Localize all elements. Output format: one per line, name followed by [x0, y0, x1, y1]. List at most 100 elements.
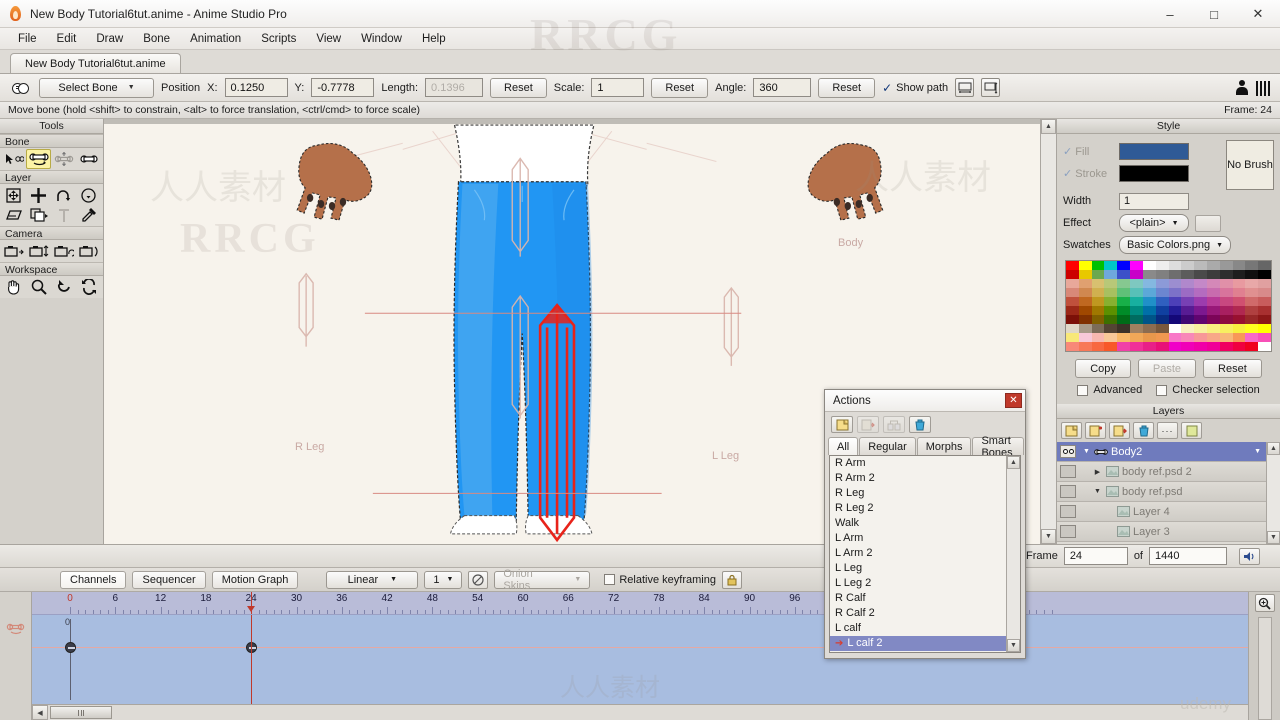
width-input[interactable]: 1 — [1119, 192, 1189, 210]
tab-morphs[interactable]: Morphs — [916, 437, 972, 455]
ruler-playhead[interactable] — [247, 592, 256, 614]
scroll-down-arrow[interactable]: ▼ — [1041, 529, 1056, 544]
visibility-toggle[interactable] — [1060, 445, 1076, 458]
color-swatch[interactable] — [1206, 315, 1220, 324]
color-swatch[interactable] — [1117, 333, 1131, 342]
color-swatch[interactable] — [1117, 261, 1131, 270]
color-swatch[interactable] — [1258, 297, 1271, 306]
color-swatch[interactable] — [1078, 333, 1092, 342]
color-swatch[interactable] — [1117, 297, 1131, 306]
color-swatch[interactable] — [1130, 288, 1143, 297]
color-swatch[interactable] — [1194, 288, 1207, 297]
timeline-ruler[interactable]: 06121824303642485460667278849096102 — [32, 592, 1248, 615]
color-swatch[interactable] — [1194, 315, 1207, 324]
color-swatch[interactable] — [1232, 306, 1246, 315]
color-swatch[interactable] — [1066, 288, 1079, 297]
color-swatch[interactable] — [1206, 261, 1220, 270]
color-swatch[interactable] — [1206, 279, 1220, 288]
scroll-track[interactable] — [1267, 455, 1280, 531]
reset-angle-button[interactable]: Reset — [818, 77, 876, 98]
color-swatch[interactable] — [1194, 270, 1207, 279]
layers-scrollbar[interactable]: ▲ ▼ — [1266, 442, 1280, 544]
color-swatch[interactable] — [1168, 297, 1182, 306]
action-list-item[interactable]: R Arm 2 — [830, 471, 1006, 486]
close-icon[interactable]: ✕ — [1005, 393, 1022, 408]
color-swatch[interactable] — [1155, 306, 1169, 315]
color-swatch[interactable] — [1181, 270, 1195, 279]
color-swatch[interactable] — [1245, 279, 1259, 288]
effect-dropdown[interactable]: <plain> ▼ — [1119, 214, 1189, 232]
action-list-item[interactable]: L Arm 2 — [830, 546, 1006, 561]
menu-help[interactable]: Help — [412, 31, 456, 47]
color-swatch[interactable] — [1091, 306, 1105, 315]
total-frames-input[interactable]: 1440 — [1149, 547, 1227, 565]
visibility-toggle[interactable] — [1060, 465, 1076, 478]
delete-layer-icon[interactable] — [1133, 422, 1154, 439]
color-swatch[interactable] — [1104, 315, 1118, 324]
color-swatch[interactable] — [1078, 261, 1092, 270]
color-swatch[interactable] — [1245, 324, 1259, 333]
color-swatch[interactable] — [1258, 342, 1271, 351]
color-swatch[interactable] — [1155, 279, 1169, 288]
scale-input[interactable]: 1 — [591, 78, 645, 97]
merge-action-icon[interactable] — [883, 416, 905, 433]
color-swatch[interactable] — [1142, 333, 1156, 342]
bone-flexi-icon[interactable] — [981, 78, 1001, 97]
color-swatch[interactable] — [1206, 342, 1220, 351]
color-swatch[interactable] — [1155, 342, 1169, 351]
color-swatch[interactable] — [1232, 270, 1246, 279]
color-swatch[interactable] — [1130, 279, 1143, 288]
orbit-workspace-tool[interactable] — [76, 277, 101, 297]
set-origin-tool[interactable] — [26, 205, 51, 225]
color-swatch[interactable] — [1078, 306, 1092, 315]
color-swatch[interactable] — [1181, 288, 1195, 297]
layer-options-icon[interactable]: ··· — [1157, 422, 1178, 439]
action-list-item[interactable]: L Leg 2 — [830, 576, 1006, 591]
fill-color-swatch[interactable] — [1119, 142, 1189, 160]
color-swatch[interactable] — [1104, 324, 1118, 333]
color-swatch[interactable] — [1232, 342, 1246, 351]
color-swatch[interactable] — [1219, 288, 1233, 297]
color-swatch[interactable] — [1091, 297, 1105, 306]
scroll-thumb[interactable] — [50, 706, 112, 719]
color-swatch[interactable] — [1219, 261, 1233, 270]
color-swatch[interactable] — [1104, 306, 1118, 315]
color-swatch[interactable] — [1219, 297, 1233, 306]
scroll-up-arrow[interactable]: ▲ — [1007, 456, 1020, 469]
action-list-item[interactable]: L calf — [830, 621, 1006, 636]
close-button[interactable]: ✕ — [1236, 0, 1280, 28]
roll-camera-tool[interactable] — [51, 241, 76, 261]
action-list-item[interactable]: L Leg — [830, 561, 1006, 576]
color-swatch[interactable] — [1104, 270, 1118, 279]
new-layer-icon[interactable] — [1061, 422, 1082, 439]
select-bone-tool[interactable] — [1, 149, 26, 169]
color-swatch[interactable] — [1142, 306, 1156, 315]
color-swatch[interactable] — [1258, 288, 1271, 297]
rotate-layer-xy-tool[interactable] — [76, 185, 101, 205]
shear-layer-tool[interactable] — [1, 205, 26, 225]
color-swatch[interactable] — [1181, 315, 1195, 324]
color-swatch[interactable] — [1219, 324, 1233, 333]
color-swatch[interactable] — [1245, 288, 1259, 297]
stroke-checkbox[interactable]: ✓ Stroke — [1063, 167, 1113, 180]
layers-list[interactable]: ▼ Body2 ▼ ▶ body ref.psd 2 ▼ body ref.psd Layer… — [1057, 442, 1280, 544]
menu-window[interactable]: Window — [351, 31, 412, 47]
color-swatch[interactable] — [1181, 306, 1195, 315]
color-swatch[interactable] — [1232, 288, 1246, 297]
swatches-dropdown[interactable]: Basic Colors.png ▼ — [1119, 236, 1231, 254]
menu-draw[interactable]: Draw — [86, 31, 133, 47]
color-swatch[interactable] — [1155, 270, 1169, 279]
color-swatch[interactable] — [1194, 324, 1207, 333]
layer-row[interactable]: ▶ body ref.psd 2 — [1057, 462, 1266, 482]
menu-file[interactable]: File — [8, 31, 47, 47]
move-layer-tool[interactable] — [26, 185, 51, 205]
tab-motion-graph[interactable]: Motion Graph — [211, 570, 299, 589]
color-swatch[interactable] — [1104, 261, 1118, 270]
color-swatch[interactable] — [1078, 279, 1092, 288]
color-swatch[interactable] — [1130, 261, 1143, 270]
color-swatch[interactable] — [1258, 324, 1271, 333]
color-swatch[interactable] — [1155, 315, 1169, 324]
timeline-vertical-scrollbar[interactable] — [1257, 617, 1272, 720]
transform-layer-tool[interactable] — [1, 185, 26, 205]
color-swatch[interactable] — [1258, 261, 1271, 270]
